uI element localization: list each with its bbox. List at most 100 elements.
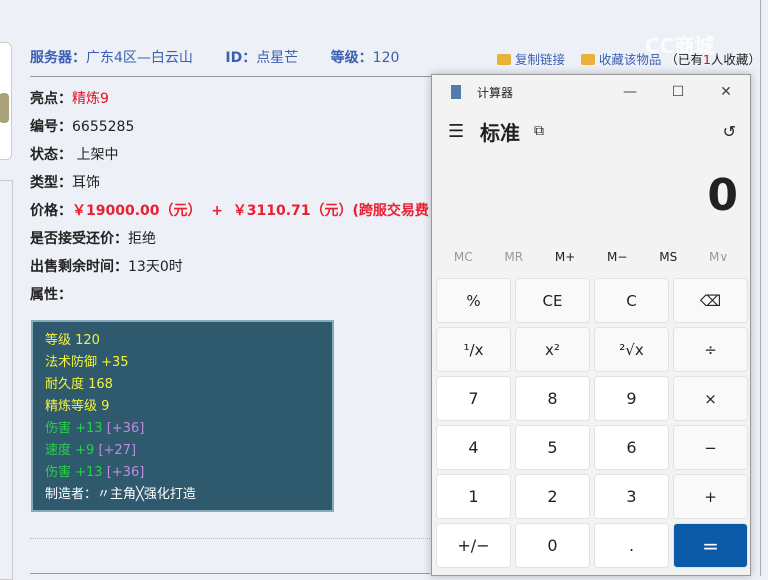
attr-line: 精炼等级 9 xyxy=(45,399,110,414)
item-details: 亮点：精炼9 编号：6655285 状态： 上架中 类型：耳饰 价格：￥1900… xyxy=(30,88,429,312)
bottom-divider xyxy=(30,573,430,574)
key-button[interactable]: ¹/x xyxy=(436,327,511,372)
detail-label: 出售剩余时间： xyxy=(30,259,128,275)
level-label: 等级： xyxy=(330,50,373,66)
close-button[interactable]: ✕ xyxy=(702,84,750,100)
memory-button[interactable]: M∨ xyxy=(709,250,728,264)
detail-row: 状态： 上架中 xyxy=(30,144,429,172)
key-button[interactable]: − xyxy=(673,425,748,470)
detail-value: 6655285 xyxy=(72,119,135,135)
key-button[interactable]: 8 xyxy=(515,376,590,421)
key-button[interactable]: 2 xyxy=(515,474,590,519)
memory-button[interactable]: MC xyxy=(454,250,473,264)
server-value: 广东4区—白云山 xyxy=(86,50,193,66)
detail-label: 价格： xyxy=(30,203,72,219)
attr-line: 耐久度 168 xyxy=(45,377,113,392)
detail-label: 类型： xyxy=(30,175,72,191)
detail-row: 价格：￥19000.00（元） + ￥3110.71（元）(跨服交易费 xyxy=(30,200,429,228)
attr-line: 速度 +9 [+27] xyxy=(45,440,320,462)
key-button[interactable]: 7 xyxy=(436,376,511,421)
keep-on-top-icon[interactable]: ⧉ xyxy=(534,123,544,139)
key-button[interactable]: 3 xyxy=(594,474,669,519)
key-button[interactable]: . xyxy=(594,523,669,568)
detail-row: 出售剩余时间：13天0时 xyxy=(30,256,429,284)
title-bar[interactable]: 计算器 — ☐ ✕ xyxy=(432,75,750,109)
key-button[interactable]: ⌫ xyxy=(673,278,748,323)
calculator-icon xyxy=(451,85,461,99)
id-value: 点星芒 xyxy=(256,50,299,66)
memory-button[interactable]: M− xyxy=(607,250,627,264)
detail-value: 拒绝 xyxy=(128,231,156,247)
memory-button[interactable]: M+ xyxy=(555,250,575,264)
detail-value: 耳饰 xyxy=(72,175,100,191)
server-label: 服务器： xyxy=(30,50,86,66)
header-divider xyxy=(30,76,460,77)
maximize-button[interactable]: ☐ xyxy=(654,84,702,100)
detail-label: 状态： xyxy=(30,147,72,163)
attr-bonus: [+27] xyxy=(98,443,137,458)
detail-value: 精炼9 xyxy=(72,91,109,107)
level-value: 120 xyxy=(372,50,400,66)
memory-bar: MC MR M+ M− MS M∨ xyxy=(432,239,750,275)
favorite-count: （已有1人收藏） xyxy=(665,52,760,67)
dotted-divider xyxy=(30,538,430,539)
key-button[interactable]: + xyxy=(673,474,748,519)
mode-title: 标准 xyxy=(480,120,520,145)
folder-add-icon xyxy=(580,54,595,65)
count-number: 1 xyxy=(702,52,711,67)
id-label: ID： xyxy=(225,50,257,66)
key-button[interactable]: 5 xyxy=(515,425,590,470)
key-button[interactable]: 0 xyxy=(515,523,590,568)
key-button[interactable]: 9 xyxy=(594,376,669,421)
attr-text: 伤害 +13 xyxy=(45,421,107,436)
key-button[interactable]: +/− xyxy=(436,523,511,568)
divider xyxy=(760,0,761,576)
hamburger-menu-icon[interactable]: ☰ xyxy=(448,121,478,142)
key-button[interactable]: x² xyxy=(515,327,590,372)
calculator-window: 计算器 — ☐ ✕ ☰ 标准 ⧉ ↺ 0 MC MR M+ M− MS M∨ % CE C ⌫ ¹… xyxy=(431,74,751,576)
folder-share-icon xyxy=(497,54,511,65)
detail-label: 属性： xyxy=(30,287,72,303)
attr-bonus: [+36] xyxy=(106,421,145,436)
key-button[interactable]: % xyxy=(436,278,511,323)
attr-text: 速度 +9 xyxy=(45,443,99,458)
detail-row: 亮点：精炼9 xyxy=(30,88,429,116)
key-button[interactable]: = xyxy=(673,523,748,568)
key-button[interactable]: CE xyxy=(515,278,590,323)
item-header: 服务器：广东4区—白云山 ID：点星芒 等级：120 xyxy=(30,47,427,67)
detail-row: 编号：6655285 xyxy=(30,116,429,144)
detail-value: 13天0时 xyxy=(128,259,183,275)
detail-row: 属性： xyxy=(30,284,429,312)
keypad: % CE C ⌫ ¹/x x² ²√x ÷ 7 8 9 × 4 5 6− 1 2 3 + +/− 0. = xyxy=(436,278,748,568)
copy-link[interactable]: 复制链接 xyxy=(515,52,565,67)
attr-line: 制造者：〃主角╳强化打造 xyxy=(45,487,196,502)
attr-bonus: [+36] xyxy=(106,465,145,480)
history-icon[interactable]: ↺ xyxy=(723,122,736,141)
price-value: ￥19000.00（元） + ￥3110.71（元）(跨服交易费 xyxy=(72,203,429,219)
key-button[interactable]: ÷ xyxy=(673,327,748,372)
detail-label: 亮点： xyxy=(30,91,72,107)
attr-line: 伤害 +13 [+36] xyxy=(45,462,320,484)
attr-line: 法术防御 +35 xyxy=(45,355,129,370)
count-suffix: 人收藏） xyxy=(710,52,761,67)
key-button[interactable]: ²√x xyxy=(594,327,669,372)
window-title: 计算器 xyxy=(477,85,514,100)
key-button[interactable]: C xyxy=(594,278,669,323)
key-button[interactable]: 6 xyxy=(594,425,669,470)
memory-button[interactable]: MR xyxy=(504,250,523,264)
favorite-link[interactable]: 收藏该物品 xyxy=(599,52,662,67)
detail-row: 类型：耳饰 xyxy=(30,172,429,200)
minimize-button[interactable]: — xyxy=(606,84,654,100)
key-button[interactable]: × xyxy=(673,376,748,421)
attr-line: 伤害 +13 [+36] xyxy=(45,418,320,440)
detail-row: 是否接受还价：拒绝 xyxy=(30,228,429,256)
key-button[interactable]: 1 xyxy=(436,474,511,519)
left-panel xyxy=(0,180,13,580)
calc-header: ☰ 标准 ⧉ ↺ xyxy=(432,109,750,153)
attr-text: 伤害 +13 xyxy=(45,465,107,480)
detail-label: 编号： xyxy=(30,119,72,135)
memory-button[interactable]: MS xyxy=(659,250,677,264)
detail-label: 是否接受还价： xyxy=(30,231,128,247)
count-prefix: （已有 xyxy=(665,52,703,67)
key-button[interactable]: 4 xyxy=(436,425,511,470)
